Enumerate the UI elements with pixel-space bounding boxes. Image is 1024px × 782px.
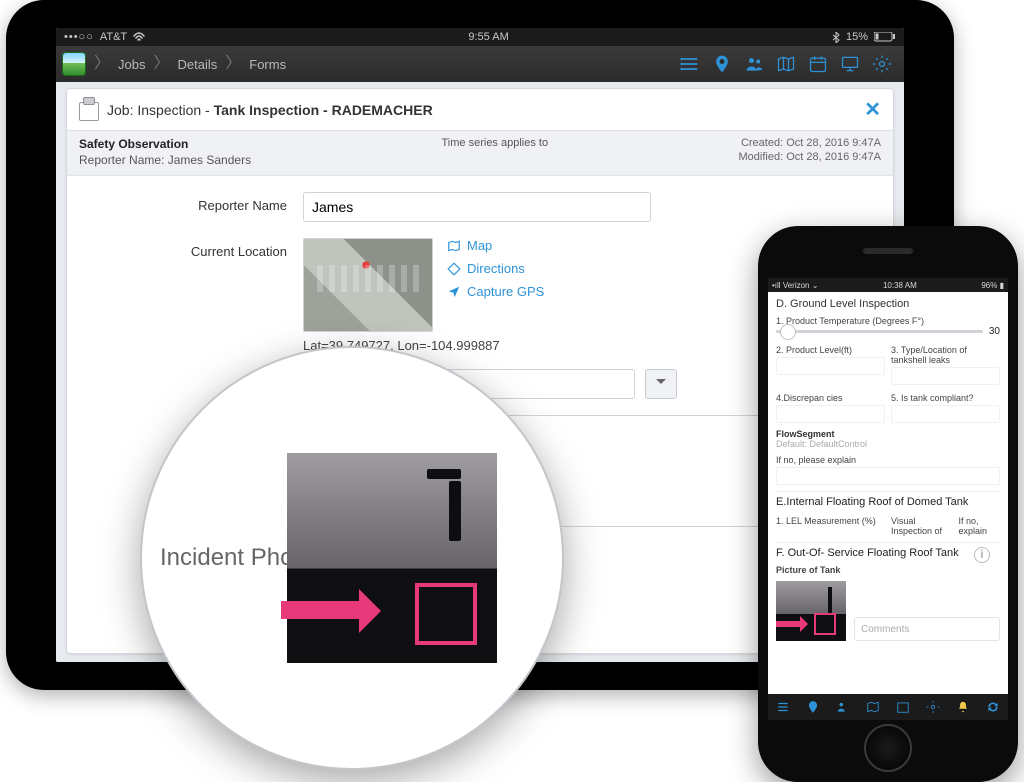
list-icon[interactable] [776,700,790,714]
iphone-statusbar: •ıll Verizon ⌄ 10:38 AM 96% ▮ [768,278,1008,292]
map-pin-icon[interactable] [712,54,732,74]
section-e-head: E.Internal Floating Roof of Domed Tank [776,491,1000,508]
iphone-screen: •ıll Verizon ⌄ 10:38 AM 96% ▮ D. Ground … [768,278,1008,720]
map-link[interactable]: Map [447,238,544,253]
incident-dropdown-button[interactable] [645,369,677,399]
card-header: Job: Inspection - Tank Inspection - RADE… [67,89,893,131]
map-icon[interactable] [776,54,796,74]
chevron-right-icon: 〉 [94,56,110,72]
q3-input[interactable] [891,367,1000,385]
chevron-right-icon: 〉 [153,56,169,72]
directions-icon [447,262,461,276]
job-title: Job: Inspection - Tank Inspection - RADE… [107,102,433,118]
people-icon[interactable] [744,54,764,74]
ifno-input[interactable] [776,467,1000,485]
created-stamp: Created: Oct 28, 2016 9:47A [739,137,881,149]
q1-label: 1. Product Temperature (Degrees F°) [776,316,1000,326]
carrier-label: AT&T [100,31,127,43]
ifno-label: If no, please explain [776,455,1000,465]
presentation-icon[interactable] [840,54,860,74]
annotation-box-icon [814,613,836,635]
close-icon[interactable]: ✕ [864,97,881,122]
calendar-icon[interactable] [808,54,828,74]
iphone-device: •ıll Verizon ⌄ 10:38 AM 96% ▮ D. Ground … [758,226,1018,782]
q4-label: 4.Discrepan cies [776,393,885,403]
location-arrow-icon [447,285,461,299]
q4-input[interactable] [776,405,885,423]
incident-photo [287,453,497,663]
annotation-arrow-icon [281,593,401,623]
statusbar: •••○○ AT&T 9:55 AM 15% [56,28,904,46]
reporter-name-input[interactable] [303,192,651,222]
app-logo-icon[interactable] [62,52,86,76]
flowsegment-label: FlowSegment [776,429,1000,439]
directions-link[interactable]: Directions [447,261,544,276]
map-icon [447,239,461,253]
clipboard-icon [79,99,99,121]
time-series-label: Time series applies to [271,137,718,167]
iphone-time: 10:38 AM [883,281,917,290]
list-icon[interactable] [680,54,700,74]
wifi-icon [133,32,145,42]
tank-photo-thumbnail[interactable] [776,581,846,641]
q5-input[interactable] [891,405,1000,423]
e-q1-label: 1. LEL Measurement (%) [776,516,885,526]
battery-pct: 15% [846,31,868,43]
reporter-line: Reporter Name: James Sanders [79,153,251,167]
current-location-label: Current Location [87,238,287,259]
capture-gps-link[interactable]: Capture GPS [447,284,544,299]
magnifier-overlay: Incident Photo [140,346,564,770]
breadcrumb-forms[interactable]: Forms [249,57,286,72]
statusbar-time: 9:55 AM [468,31,508,43]
picture-label: Picture of Tank [776,565,1000,575]
breadcrumb-details[interactable]: Details [178,57,218,72]
gear-icon[interactable] [872,54,892,74]
sync-icon[interactable] [986,700,1000,714]
card-meta: Safety Observation Reporter Name: James … [67,131,893,176]
flowsegment-default: Default: DefaultControl [776,439,1000,449]
q2-label: 2. Product Level(ft) [776,345,885,355]
temperature-value: 30 [989,326,1000,337]
bell-icon[interactable] [956,700,970,714]
section-d-head: D. Ground Level Inspection [776,298,1000,310]
battery-icon [874,32,896,42]
map-pin-icon[interactable] [806,700,820,714]
chevron-down-icon [656,379,666,389]
q3-label: 3. Type/Location of tankshell leaks [891,345,1000,365]
chevron-right-icon: 〉 [225,56,241,72]
bluetooth-icon [832,32,840,43]
calendar-icon[interactable] [896,700,910,714]
breadcrumb-jobs[interactable]: Jobs [118,57,145,72]
home-button[interactable] [864,724,912,772]
observation-title: Safety Observation [79,137,251,151]
gear-icon[interactable] [926,700,940,714]
navbar: 〉 Jobs 〉 Details 〉 Forms [56,46,904,82]
map-icon[interactable] [866,700,880,714]
e-q2-label: Visual Inspection of [891,516,954,536]
comments-input[interactable]: Comments [854,617,1000,641]
q5-label: 5. Is tank compliant? [891,393,1000,403]
info-icon[interactable]: i [974,547,990,563]
signal-dots-icon: •••○○ [64,31,94,43]
section-f-head: F. Out-Of- Service Floating Roof Tank i [776,542,1000,559]
q2-input[interactable] [776,357,885,375]
annotation-box-icon [415,583,477,645]
annotation-arrow-icon [776,619,816,629]
reporter-name-label: Reporter Name [87,192,287,213]
iphone-tabbar [768,694,1008,720]
e-q3-label: If no, explain [958,516,1000,536]
map-thumbnail[interactable] [303,238,433,332]
people-icon[interactable] [836,700,850,714]
modified-stamp: Modified: Oct 28, 2016 9:47A [739,151,881,163]
temperature-slider[interactable] [776,330,983,333]
